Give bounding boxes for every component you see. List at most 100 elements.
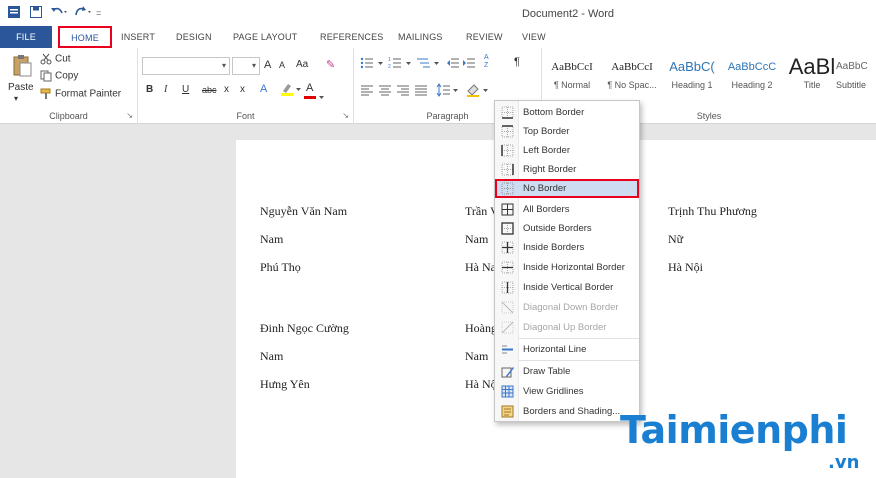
tab-mailings[interactable]: MAILINGS xyxy=(398,30,443,46)
tab-review[interactable]: REVIEW xyxy=(466,30,503,46)
diagonal-down-border-icon xyxy=(501,301,514,314)
format-painter-label: Format Painter xyxy=(55,88,122,100)
menu-item-inside-horizontal-border[interactable]: Inside Horizontal Border xyxy=(495,258,639,277)
text-effects-button[interactable]: A xyxy=(260,83,267,95)
style-no-spacing[interactable]: AaBbCcI ¶ No Spac... xyxy=(602,54,662,104)
menu-item-draw-table[interactable]: Draw Table xyxy=(495,362,639,381)
font-launcher-icon[interactable]: ↘ xyxy=(342,111,349,120)
decrease-indent-icon[interactable] xyxy=(446,56,460,73)
clipboard-launcher-icon[interactable]: ↘ xyxy=(126,111,133,120)
align-center-icon[interactable] xyxy=(378,84,392,99)
menu-item-left-border[interactable]: Left Border xyxy=(495,141,639,160)
paste-dropdown-icon[interactable]: ▾ xyxy=(14,94,18,103)
justify-icon[interactable] xyxy=(414,84,428,99)
menu-item-horizontal-line[interactable]: Horizontal Line xyxy=(495,340,639,359)
cut-button[interactable]: Cut xyxy=(40,53,71,65)
style-name: ¶ Normal xyxy=(553,80,591,90)
font-color-button[interactable]: A xyxy=(304,82,324,99)
style-name: Heading 1 xyxy=(671,80,713,90)
outside-borders-icon xyxy=(501,222,514,235)
multilevel-list-icon[interactable] xyxy=(416,56,442,73)
copy-button[interactable]: Copy xyxy=(40,70,78,82)
style-title[interactable]: AaBl Title xyxy=(782,54,842,104)
table-cell[interactable]: Hoàng xyxy=(465,321,497,336)
paste-button[interactable]: Paste xyxy=(8,82,34,93)
watermark-logo: Taimienphi xyxy=(620,408,848,452)
tab-insert[interactable]: INSERT xyxy=(121,30,155,46)
menu-item-label: Draw Table xyxy=(523,366,571,377)
style-heading-1[interactable]: AaBbC( Heading 1 xyxy=(662,54,722,104)
menu-item-diagonal-down-border: Diagonal Down Border xyxy=(495,298,639,317)
table-cell[interactable]: Nam xyxy=(465,232,488,247)
menu-separator xyxy=(519,360,639,361)
menu-item-inside-vertical-border[interactable]: Inside Vertical Border xyxy=(495,278,639,297)
bold-button[interactable]: B xyxy=(146,84,153,95)
style-sample: AaBbCcC xyxy=(727,61,777,73)
bullets-icon[interactable] xyxy=(360,56,386,73)
font-size-combo[interactable]: ▾ xyxy=(232,57,260,75)
font-group-label: Font xyxy=(236,111,255,121)
right-border-icon xyxy=(501,163,514,176)
scissors-icon xyxy=(40,53,52,65)
style-subtitle[interactable]: AaBbC Subtitle xyxy=(836,54,876,104)
italic-button[interactable]: I xyxy=(164,84,167,95)
table-cell[interactable]: Phú Thọ xyxy=(260,260,301,275)
shading-icon[interactable] xyxy=(466,83,490,100)
shrink-font-button[interactable]: A xyxy=(279,60,285,70)
table-cell[interactable]: Hà Nộ xyxy=(465,377,497,392)
inside-vertical-border-icon xyxy=(501,281,514,294)
table-cell[interactable]: Nam xyxy=(260,349,283,364)
menu-item-inside-borders[interactable]: Inside Borders xyxy=(495,238,639,257)
svg-text:1: 1 xyxy=(388,57,391,63)
align-left-icon[interactable] xyxy=(360,84,374,99)
tab-file[interactable]: FILE xyxy=(0,26,52,48)
table-cell[interactable]: Nữ xyxy=(668,232,683,247)
superscript-button[interactable]: x xyxy=(240,84,245,95)
menu-item-label: Horizontal Line xyxy=(523,344,587,355)
table-cell[interactable]: Hà Na xyxy=(465,260,496,275)
strikethrough-button[interactable]: abc xyxy=(202,85,217,95)
table-cell[interactable]: Hưng Yên xyxy=(260,377,310,392)
format-painter-button[interactable]: Format Painter xyxy=(40,88,121,100)
menu-item-all-borders[interactable]: All Borders xyxy=(495,200,639,219)
menu-item-label: Inside Horizontal Border xyxy=(523,262,625,273)
table-cell[interactable]: Đinh Ngọc Cường xyxy=(260,321,349,336)
sort-button[interactable]: A Z xyxy=(484,54,494,70)
line-spacing-icon[interactable] xyxy=(436,83,460,100)
show-hide-marks-button[interactable]: ¶ xyxy=(514,56,520,68)
table-cell[interactable]: Nam xyxy=(465,349,488,364)
menu-item-outside-borders[interactable]: Outside Borders xyxy=(495,219,639,238)
menu-item-label: Outside Borders xyxy=(523,223,592,234)
change-case-button[interactable]: Aa xyxy=(296,59,308,70)
tab-view[interactable]: VIEW xyxy=(522,30,546,46)
increase-indent-icon[interactable] xyxy=(462,56,476,73)
style-sample: AaBbC( xyxy=(669,59,715,74)
tab-home[interactable]: HOME xyxy=(58,26,112,48)
menu-item-view-gridlines[interactable]: View Gridlines xyxy=(495,382,639,401)
menu-item-bottom-border[interactable]: Bottom Border xyxy=(495,103,639,122)
grow-font-button[interactable]: A xyxy=(264,59,271,71)
style-normal[interactable]: AaBbCcI ¶ Normal xyxy=(542,54,602,104)
menu-item-top-border[interactable]: Top Border xyxy=(495,122,639,141)
menu-item-right-border[interactable]: Right Border xyxy=(495,160,639,179)
align-right-icon[interactable] xyxy=(396,84,410,99)
tab-page-layout[interactable]: PAGE LAYOUT xyxy=(233,30,297,46)
tab-design[interactable]: DESIGN xyxy=(176,30,212,46)
menu-item-no-border[interactable]: No Border xyxy=(495,179,639,198)
paste-icon[interactable] xyxy=(12,54,32,81)
tab-references[interactable]: REFERENCES xyxy=(320,30,384,46)
menu-item-borders-and-shading[interactable]: Borders and Shading... xyxy=(495,402,639,421)
ribbon: Paste ▾ Cut Copy Format Painter Clipboar… xyxy=(0,48,876,124)
table-cell[interactable]: Hà Nội xyxy=(668,260,703,275)
table-cell[interactable]: Nguyễn Văn Nam xyxy=(260,204,347,219)
draw-table-icon xyxy=(501,365,514,378)
subscript-button[interactable]: x xyxy=(224,84,229,95)
font-name-combo[interactable]: ▾ xyxy=(142,57,230,75)
clear-formatting-icon[interactable]: ✎ xyxy=(326,58,335,71)
underline-button[interactable]: U xyxy=(182,84,189,95)
highlight-color-button[interactable] xyxy=(280,82,302,99)
numbering-icon[interactable]: 12 xyxy=(388,56,414,73)
table-cell[interactable]: Nam xyxy=(260,232,283,247)
style-heading-2[interactable]: AaBbCcC Heading 2 xyxy=(722,54,782,104)
table-cell[interactable]: Trịnh Thu Phương xyxy=(668,204,757,219)
